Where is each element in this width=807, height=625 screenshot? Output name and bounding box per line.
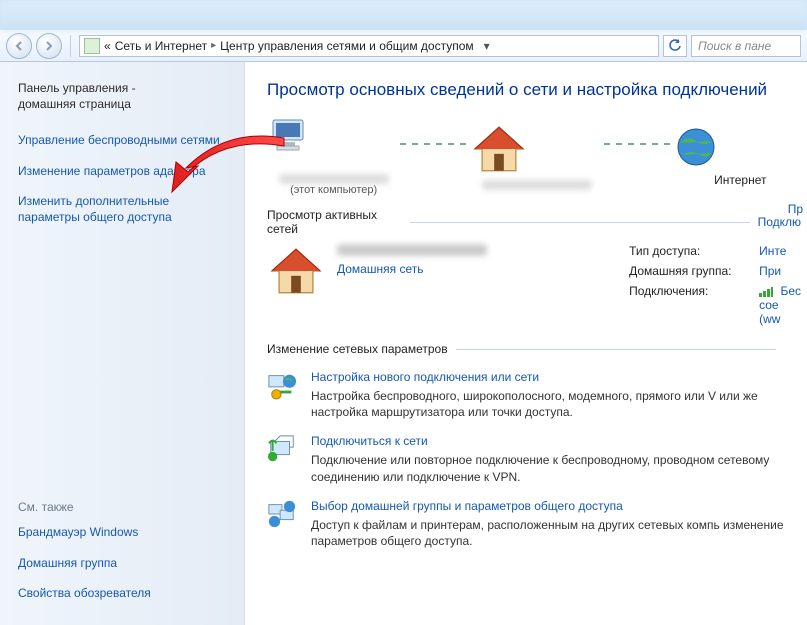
sidebar-seealso-homegroup[interactable]: Домашняя группа <box>18 555 230 571</box>
signal-bars-icon <box>759 287 773 297</box>
map-router-name-blurred <box>482 180 592 190</box>
sidebar-home-link[interactable]: Панель управления - домашняя страница <box>18 80 230 112</box>
connect-disconnect-link[interactable]: Подклю <box>758 215 801 229</box>
network-name-blurred <box>337 244 487 256</box>
arrow-left-icon <box>14 41 24 51</box>
sidebar-seealso-firewall[interactable]: Брандмауэр Windows <box>18 524 230 540</box>
prop-conn-label: Подключения: <box>629 284 759 326</box>
see-also-section: См. также Брандмауэр Windows Домашняя гр… <box>18 500 230 615</box>
map-pc-name-blurred <box>279 174 389 184</box>
task-title-link[interactable]: Подключиться к сети <box>311 434 807 448</box>
see-full-map-link[interactable]: Пр <box>788 202 803 216</box>
task-desc: Подключение или повторное подключение к … <box>311 452 807 484</box>
map-connection-line <box>400 143 470 145</box>
refresh-icon <box>668 39 682 53</box>
task-homegroup: Выбор домашней группы и параметров общег… <box>267 499 807 549</box>
sidebar: Панель управления - домашняя страница Уп… <box>0 62 245 625</box>
active-network-block: Домашняя сеть Тип доступа: Инте Домашняя… <box>267 244 807 326</box>
breadcrumb-item[interactable]: Центр управления сетями и общим доступом <box>220 39 474 53</box>
map-internet: Интернет <box>674 125 807 187</box>
see-also-heading: См. также <box>18 500 230 514</box>
prop-access-value: Инте <box>759 244 801 258</box>
house-icon <box>470 122 528 176</box>
network-icon <box>84 38 100 54</box>
map-connection-line <box>604 143 674 145</box>
search-input[interactable]: Поиск в пане <box>691 35 801 57</box>
task-desc: Настройка беспроводного, широкополосного… <box>311 388 807 420</box>
breadcrumb-item[interactable]: Сеть и Интернет <box>115 39 207 53</box>
globe-icon <box>674 125 718 169</box>
homegroup-icon <box>267 499 297 529</box>
nav-back-button[interactable] <box>6 33 32 59</box>
chevron-right-icon: ▸ <box>211 40 216 51</box>
section-change-settings: Изменение сетевых параметров <box>267 342 807 356</box>
network-properties: Тип доступа: Инте Домашняя группа: При П… <box>629 244 801 326</box>
map-this-pc: (этот компьютер) <box>267 116 400 196</box>
breadcrumb-drop[interactable]: ▾ <box>478 39 496 53</box>
network-map: (этот компьютер) Интернет <box>267 116 807 196</box>
nav-forward-button[interactable] <box>36 33 62 59</box>
arrow-right-icon <box>44 41 54 51</box>
task-new-connection: Настройка нового подключения или сети На… <box>267 370 807 420</box>
toolbar-divider <box>70 35 71 57</box>
refresh-button[interactable] <box>663 35 687 57</box>
map-pc-sublabel: (этот компьютер) <box>267 184 400 196</box>
new-connection-icon <box>267 370 297 400</box>
network-info: Домашняя сеть <box>337 244 487 276</box>
map-internet-label: Интернет <box>674 173 807 187</box>
breadcrumb-root: « <box>104 39 111 53</box>
prop-conn-value[interactable]: Бес сое (ww <box>759 284 801 326</box>
task-title-link[interactable]: Настройка нового подключения или сети <box>311 370 807 384</box>
search-placeholder: Поиск в пане <box>698 39 771 53</box>
sidebar-item-adapter[interactable]: Изменение параметров адаптера <box>18 163 230 179</box>
main-pane: Просмотр основных сведений о сети и наст… <box>245 62 807 625</box>
network-type-link[interactable]: Домашняя сеть <box>337 262 423 276</box>
task-title-link[interactable]: Выбор домашней группы и параметров общег… <box>311 499 807 513</box>
prop-access-label: Тип доступа: <box>629 244 759 258</box>
page-title: Просмотр основных сведений о сети и наст… <box>267 80 807 100</box>
section-active-networks: Просмотр активных сетей Подклю <box>267 208 807 236</box>
prop-homegroup-link[interactable]: При <box>759 264 801 278</box>
window-titlebar <box>0 0 807 30</box>
map-router <box>470 122 603 190</box>
sidebar-seealso-browser[interactable]: Свойства обозревателя <box>18 585 230 601</box>
task-desc: Доступ к файлам и принтерам, расположенн… <box>311 517 807 549</box>
computer-icon <box>267 116 311 156</box>
sidebar-item-sharing[interactable]: Изменить дополнительные параметры общего… <box>18 193 230 225</box>
connect-icon <box>267 434 297 464</box>
task-connect: Подключиться к сети Подключение или повт… <box>267 434 807 484</box>
prop-homegroup-label: Домашняя группа: <box>629 264 759 278</box>
toolbar: « Сеть и Интернет ▸ Центр управления сет… <box>0 30 807 62</box>
sidebar-item-wireless[interactable]: Управление беспроводными сетями <box>18 132 230 148</box>
breadcrumb[interactable]: « Сеть и Интернет ▸ Центр управления сет… <box>79 35 659 57</box>
house-icon <box>267 244 325 298</box>
